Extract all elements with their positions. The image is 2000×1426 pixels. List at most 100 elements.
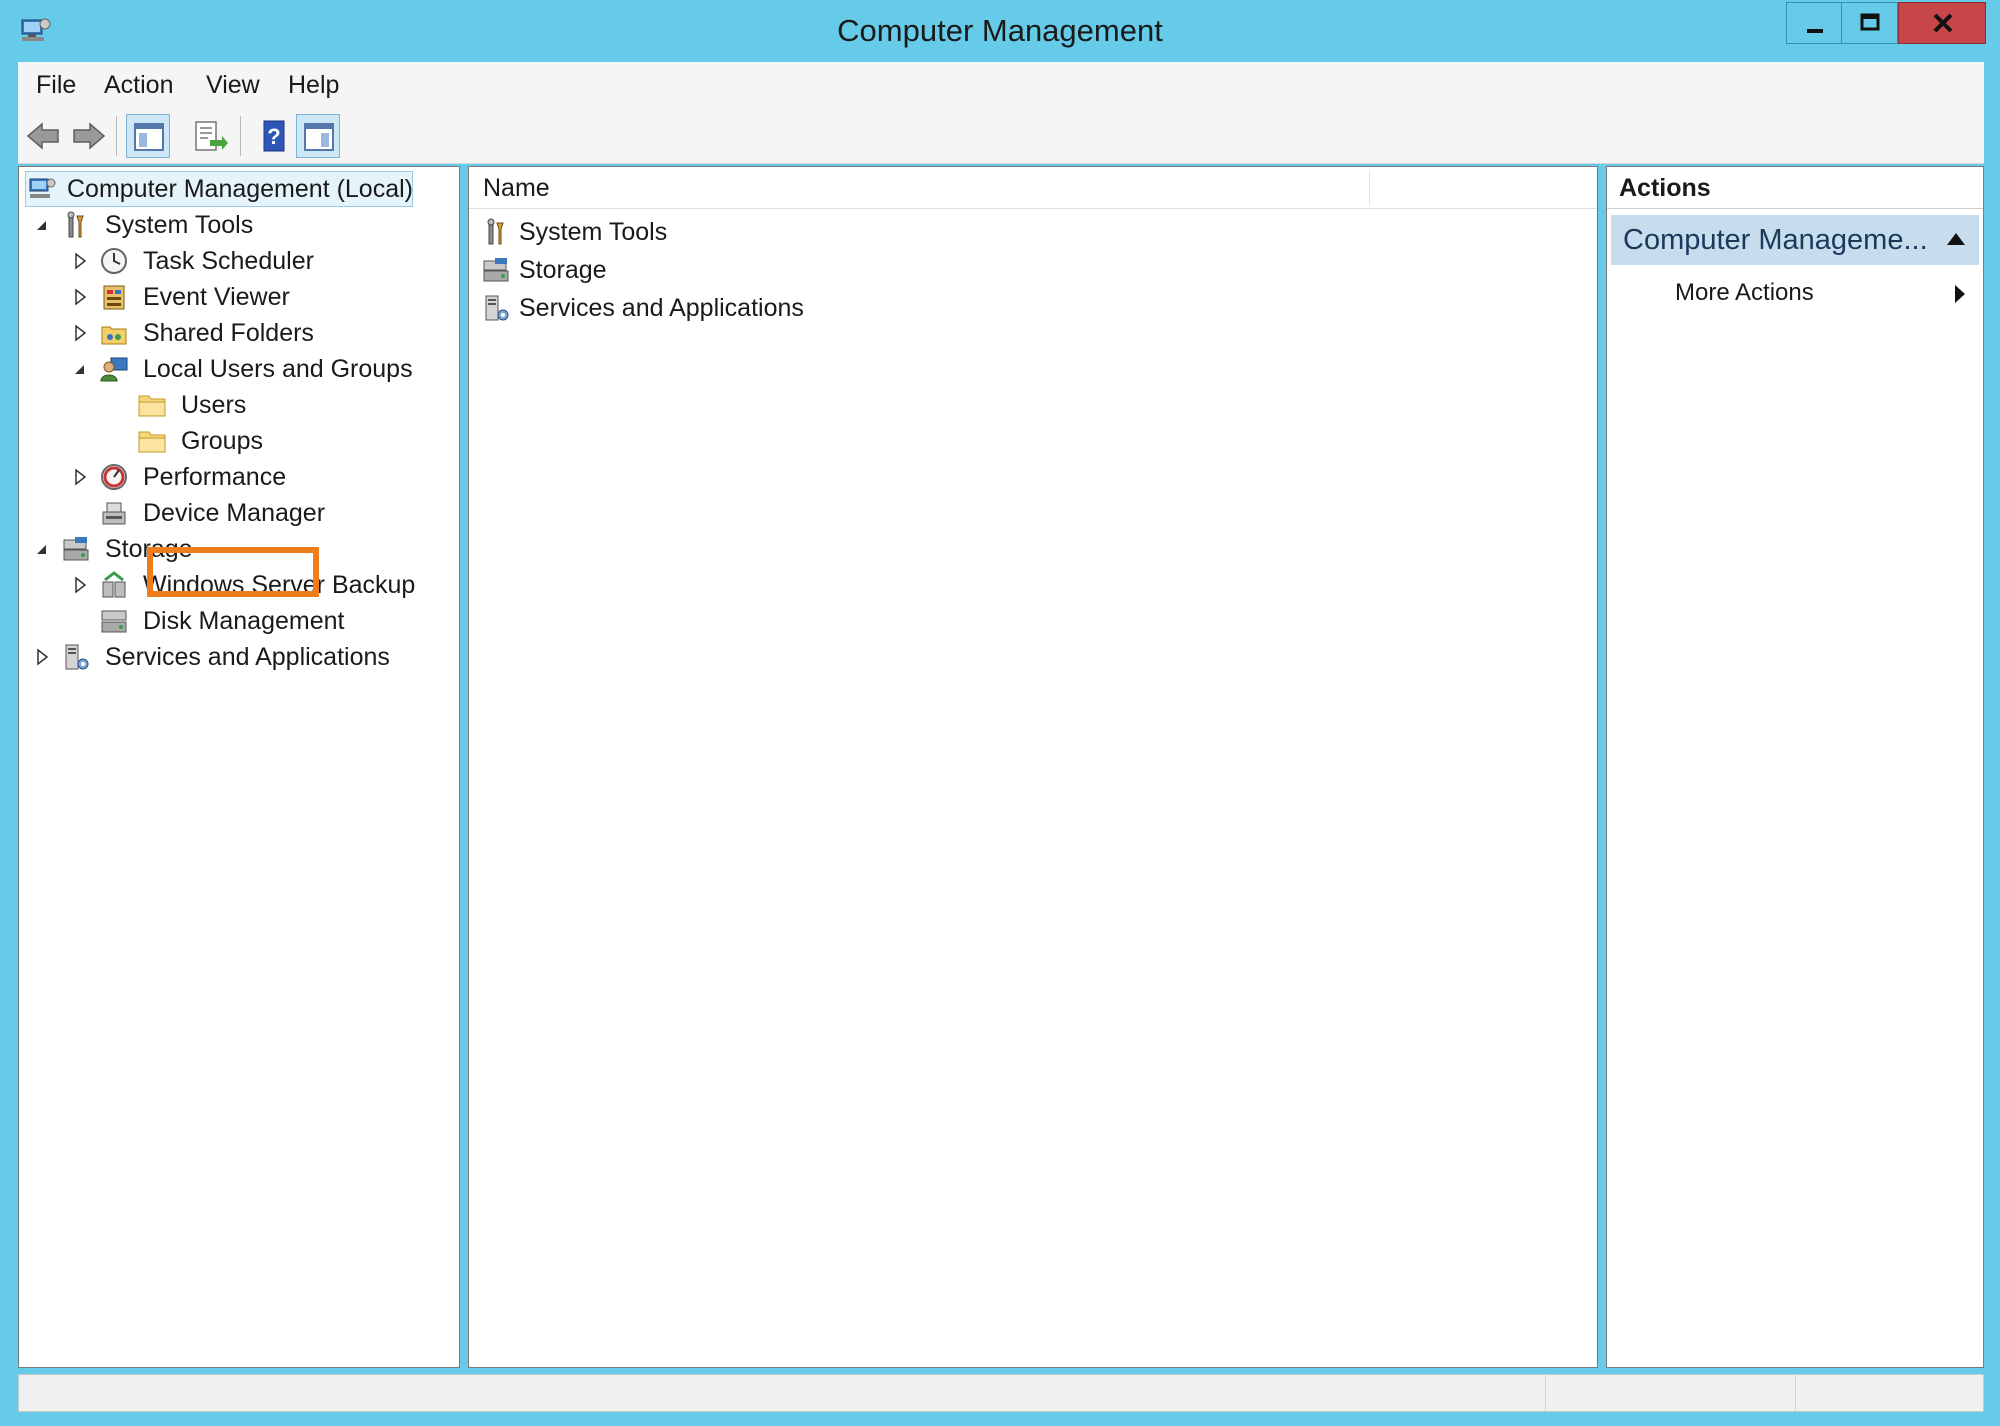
help-button[interactable]: ?	[252, 114, 296, 158]
tree-item-device-manager[interactable]: Device Manager	[19, 496, 439, 530]
performance-gauge-icon	[101, 464, 127, 490]
list-column-header[interactable]: Name	[469, 167, 1597, 209]
close-icon	[1933, 13, 1953, 33]
submenu-arrow-icon	[1955, 285, 1965, 303]
minimize-button[interactable]	[1786, 2, 1842, 44]
tree-item-label: Local Users and Groups	[143, 355, 413, 383]
tree-item-task-scheduler[interactable]: Task Scheduler	[19, 244, 439, 278]
tree-item-disk-management[interactable]: Disk Management	[19, 604, 439, 638]
collapsed-triangle-icon[interactable]	[69, 466, 91, 488]
tree-item-services-and-applications[interactable]: Services and Applications	[19, 640, 439, 674]
list-item-label: Services and Applications	[519, 294, 804, 322]
tree-item-groups[interactable]: Groups	[19, 424, 439, 458]
collapsed-triangle-icon[interactable]	[69, 574, 91, 596]
computer-management-window: Computer Management File Action View Hel…	[0, 0, 2000, 1426]
collapsed-triangle-icon[interactable]	[69, 286, 91, 308]
tree-item-users[interactable]: Users	[19, 388, 439, 422]
menu-help[interactable]: Help	[288, 62, 339, 108]
shared-folder-icon	[101, 326, 127, 345]
actions-pane: Actions Computer Manageme... More Action…	[1606, 166, 1984, 1368]
tree-item-label: Disk Management	[143, 607, 345, 635]
export-list-button[interactable]	[188, 114, 232, 158]
menu-view[interactable]: View	[206, 62, 260, 108]
toolbar-separator	[116, 116, 117, 156]
list-item-label: System Tools	[519, 218, 668, 246]
collapse-caret-icon[interactable]	[1947, 233, 1965, 245]
tree-item-label: Event Viewer	[143, 283, 290, 311]
expanded-triangle-icon[interactable]	[69, 358, 91, 380]
svg-text:?: ?	[267, 124, 280, 149]
title-bar[interactable]: Computer Management	[0, 0, 2000, 62]
back-arrow-icon	[26, 122, 59, 150]
status-bar-cell	[1795, 1375, 1984, 1411]
maximize-icon	[1860, 13, 1880, 31]
tree-item-label: Task Scheduler	[143, 247, 314, 275]
collapsed-triangle-icon[interactable]	[69, 250, 91, 272]
device-manager-icon	[102, 502, 126, 525]
status-bar	[18, 1374, 1984, 1412]
services-icon	[65, 644, 89, 670]
show-hide-console-tree-icon	[134, 123, 164, 151]
show-hide-console-tree-button[interactable]	[126, 114, 170, 158]
computer-management-icon	[29, 178, 56, 198]
more-actions-label: More Actions	[1675, 279, 1814, 306]
tree-item-label: Performance	[143, 463, 287, 491]
window-title: Computer Management	[837, 13, 1163, 48]
event-viewer-icon	[103, 285, 125, 310]
tree-item-local-users-and-groups[interactable]: Local Users and Groups	[19, 352, 439, 386]
collapsed-triangle-icon[interactable]	[31, 646, 53, 668]
tree-item-label: System Tools	[105, 211, 254, 239]
server-backup-icon	[102, 571, 126, 598]
column-header-name[interactable]: Name	[483, 167, 550, 209]
actions-section-computer-management[interactable]: Computer Manageme...	[1611, 215, 1979, 265]
tree-item-label: Services and Applications	[105, 643, 390, 671]
status-bar-cell	[1545, 1375, 1796, 1411]
forward-arrow-icon	[73, 122, 106, 150]
toolbar-separator	[240, 116, 241, 156]
folder-icon	[138, 431, 166, 453]
services-icon	[485, 295, 509, 321]
tree-item-label: Shared Folders	[143, 319, 314, 347]
local-users-icon	[100, 357, 128, 382]
minimize-icon	[1807, 29, 1823, 33]
disk-management-icon	[101, 610, 127, 633]
storage-icon	[483, 258, 509, 282]
help-icon: ?	[263, 120, 285, 152]
folder-icon	[138, 395, 166, 417]
actions-section-label: Computer Manageme...	[1623, 224, 1928, 256]
close-button[interactable]	[1898, 2, 1986, 44]
tree-item-shared-folders[interactable]: Shared Folders	[19, 316, 439, 350]
tree-item-label: Device Manager	[143, 499, 326, 527]
menu-action[interactable]: Action	[104, 62, 173, 108]
system-tools-icon	[487, 218, 504, 245]
actions-pane-title: Actions	[1607, 167, 1983, 209]
show-hide-action-pane-icon	[304, 123, 334, 151]
expanded-triangle-icon[interactable]	[31, 214, 53, 236]
back-button[interactable]	[22, 114, 66, 158]
tree-item-event-viewer[interactable]: Event Viewer	[19, 280, 439, 314]
clock-icon	[101, 248, 127, 274]
forward-button[interactable]	[66, 114, 110, 158]
menu-bar: File Action View Help	[18, 62, 1984, 108]
list-item-label: Storage	[519, 256, 607, 284]
column-divider[interactable]	[1369, 171, 1370, 205]
toolbar: ?	[18, 108, 1984, 164]
export-list-icon	[195, 121, 228, 151]
tree-item-performance[interactable]: Performance	[19, 460, 439, 494]
console-tree-pane[interactable]: Computer Management (Local) System Tools…	[18, 166, 460, 1368]
collapsed-triangle-icon[interactable]	[69, 322, 91, 344]
show-hide-action-pane-button[interactable]	[296, 114, 340, 158]
tree-item-computer-management-local[interactable]: Computer Management (Local)	[19, 172, 439, 206]
tree-item-label: Computer Management (Local)	[67, 175, 413, 203]
tree-item-label: Groups	[181, 427, 263, 455]
tree-item-label: Users	[181, 391, 247, 419]
more-actions-item[interactable]: More Actions	[1611, 273, 1979, 313]
storage-icon	[63, 537, 89, 561]
menu-file[interactable]: File	[36, 62, 76, 108]
tree-item-system-tools[interactable]: System Tools	[19, 208, 439, 242]
users-highlight-box	[147, 547, 319, 597]
expanded-triangle-icon[interactable]	[31, 538, 53, 560]
results-list-pane[interactable]: Name System Tools Storage Services and A…	[468, 166, 1598, 1368]
system-tools-icon	[67, 211, 84, 238]
maximize-button[interactable]	[1842, 2, 1898, 44]
